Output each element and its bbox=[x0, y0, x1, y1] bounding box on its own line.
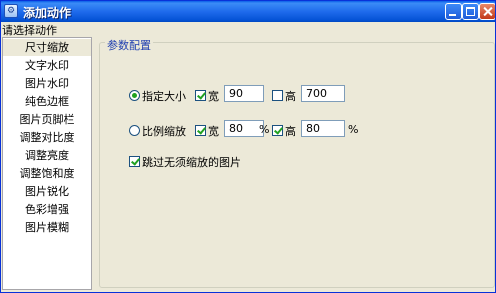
app-icon: ⚙ bbox=[4, 4, 18, 18]
window-title: 添加动作 bbox=[23, 6, 72, 20]
fixed-height-checkbox[interactable] bbox=[272, 90, 283, 101]
fixed-width-input[interactable]: 90 bbox=[224, 85, 264, 102]
list-item[interactable]: 纯色边框 bbox=[3, 93, 91, 110]
list-item[interactable]: 文字水印 bbox=[3, 57, 91, 74]
title-bar[interactable]: ⚙ 添加动作 bbox=[1, 1, 495, 22]
dialog-content: 请选择动作 尺寸缩放 文字水印 图片水印 纯色边框 图片页脚栏 调整对比度 调整… bbox=[1, 22, 495, 292]
list-item-selected[interactable]: 尺寸缩放 bbox=[3, 39, 91, 56]
list-item[interactable]: 图片页脚栏 bbox=[3, 111, 91, 128]
skip-label: 跳过无须缩放的图片 bbox=[142, 156, 241, 169]
fixed-height-label: 高 bbox=[285, 90, 296, 103]
maximize-icon bbox=[466, 7, 475, 16]
ratio-height-input[interactable]: 80 bbox=[301, 120, 345, 137]
list-item[interactable]: 图片水印 bbox=[3, 75, 91, 92]
ratio-width-input[interactable]: 80 bbox=[224, 120, 264, 137]
ratio-label: 比例缩放 bbox=[142, 125, 186, 138]
list-item[interactable]: 调整饱和度 bbox=[3, 165, 91, 182]
fixed-height-input[interactable]: 700 bbox=[301, 85, 345, 102]
add-action-dialog: ⚙ 添加动作 请选择动作 尺寸缩放 文字水印 图片水印 纯色边框 图片页脚栏 调… bbox=[0, 0, 496, 293]
fixed-width-label: 宽 bbox=[208, 90, 219, 103]
ratio-height-unit: % bbox=[348, 123, 359, 136]
list-item[interactable]: 调整对比度 bbox=[3, 129, 91, 146]
minimize-button[interactable] bbox=[445, 3, 462, 20]
maximize-button[interactable] bbox=[462, 3, 479, 20]
ratio-height-checkbox[interactable] bbox=[272, 125, 283, 136]
list-item[interactable]: 色彩增强 bbox=[3, 201, 91, 218]
list-item[interactable]: 图片锐化 bbox=[3, 183, 91, 200]
list-item[interactable]: 调整亮度 bbox=[3, 147, 91, 164]
ratio-width-checkbox[interactable] bbox=[195, 125, 206, 136]
skip-checkbox[interactable] bbox=[129, 156, 140, 167]
action-list-label: 请选择动作 bbox=[2, 24, 57, 37]
ratio-radio[interactable] bbox=[129, 125, 140, 136]
action-list[interactable]: 尺寸缩放 文字水印 图片水印 纯色边框 图片页脚栏 调整对比度 调整亮度 调整饱… bbox=[2, 37, 92, 290]
minimize-icon bbox=[449, 14, 456, 16]
ratio-width-label: 宽 bbox=[208, 125, 219, 138]
close-button[interactable] bbox=[479, 3, 495, 20]
list-item[interactable]: 图片模糊 bbox=[3, 219, 91, 236]
config-group-title: 参数配置 bbox=[105, 37, 153, 53]
ratio-height-label: 高 bbox=[285, 125, 296, 138]
fixed-size-radio[interactable] bbox=[129, 90, 140, 101]
fixed-size-label: 指定大小 bbox=[142, 90, 186, 103]
fixed-width-checkbox[interactable] bbox=[195, 90, 206, 101]
ratio-width-unit: % bbox=[259, 123, 270, 136]
